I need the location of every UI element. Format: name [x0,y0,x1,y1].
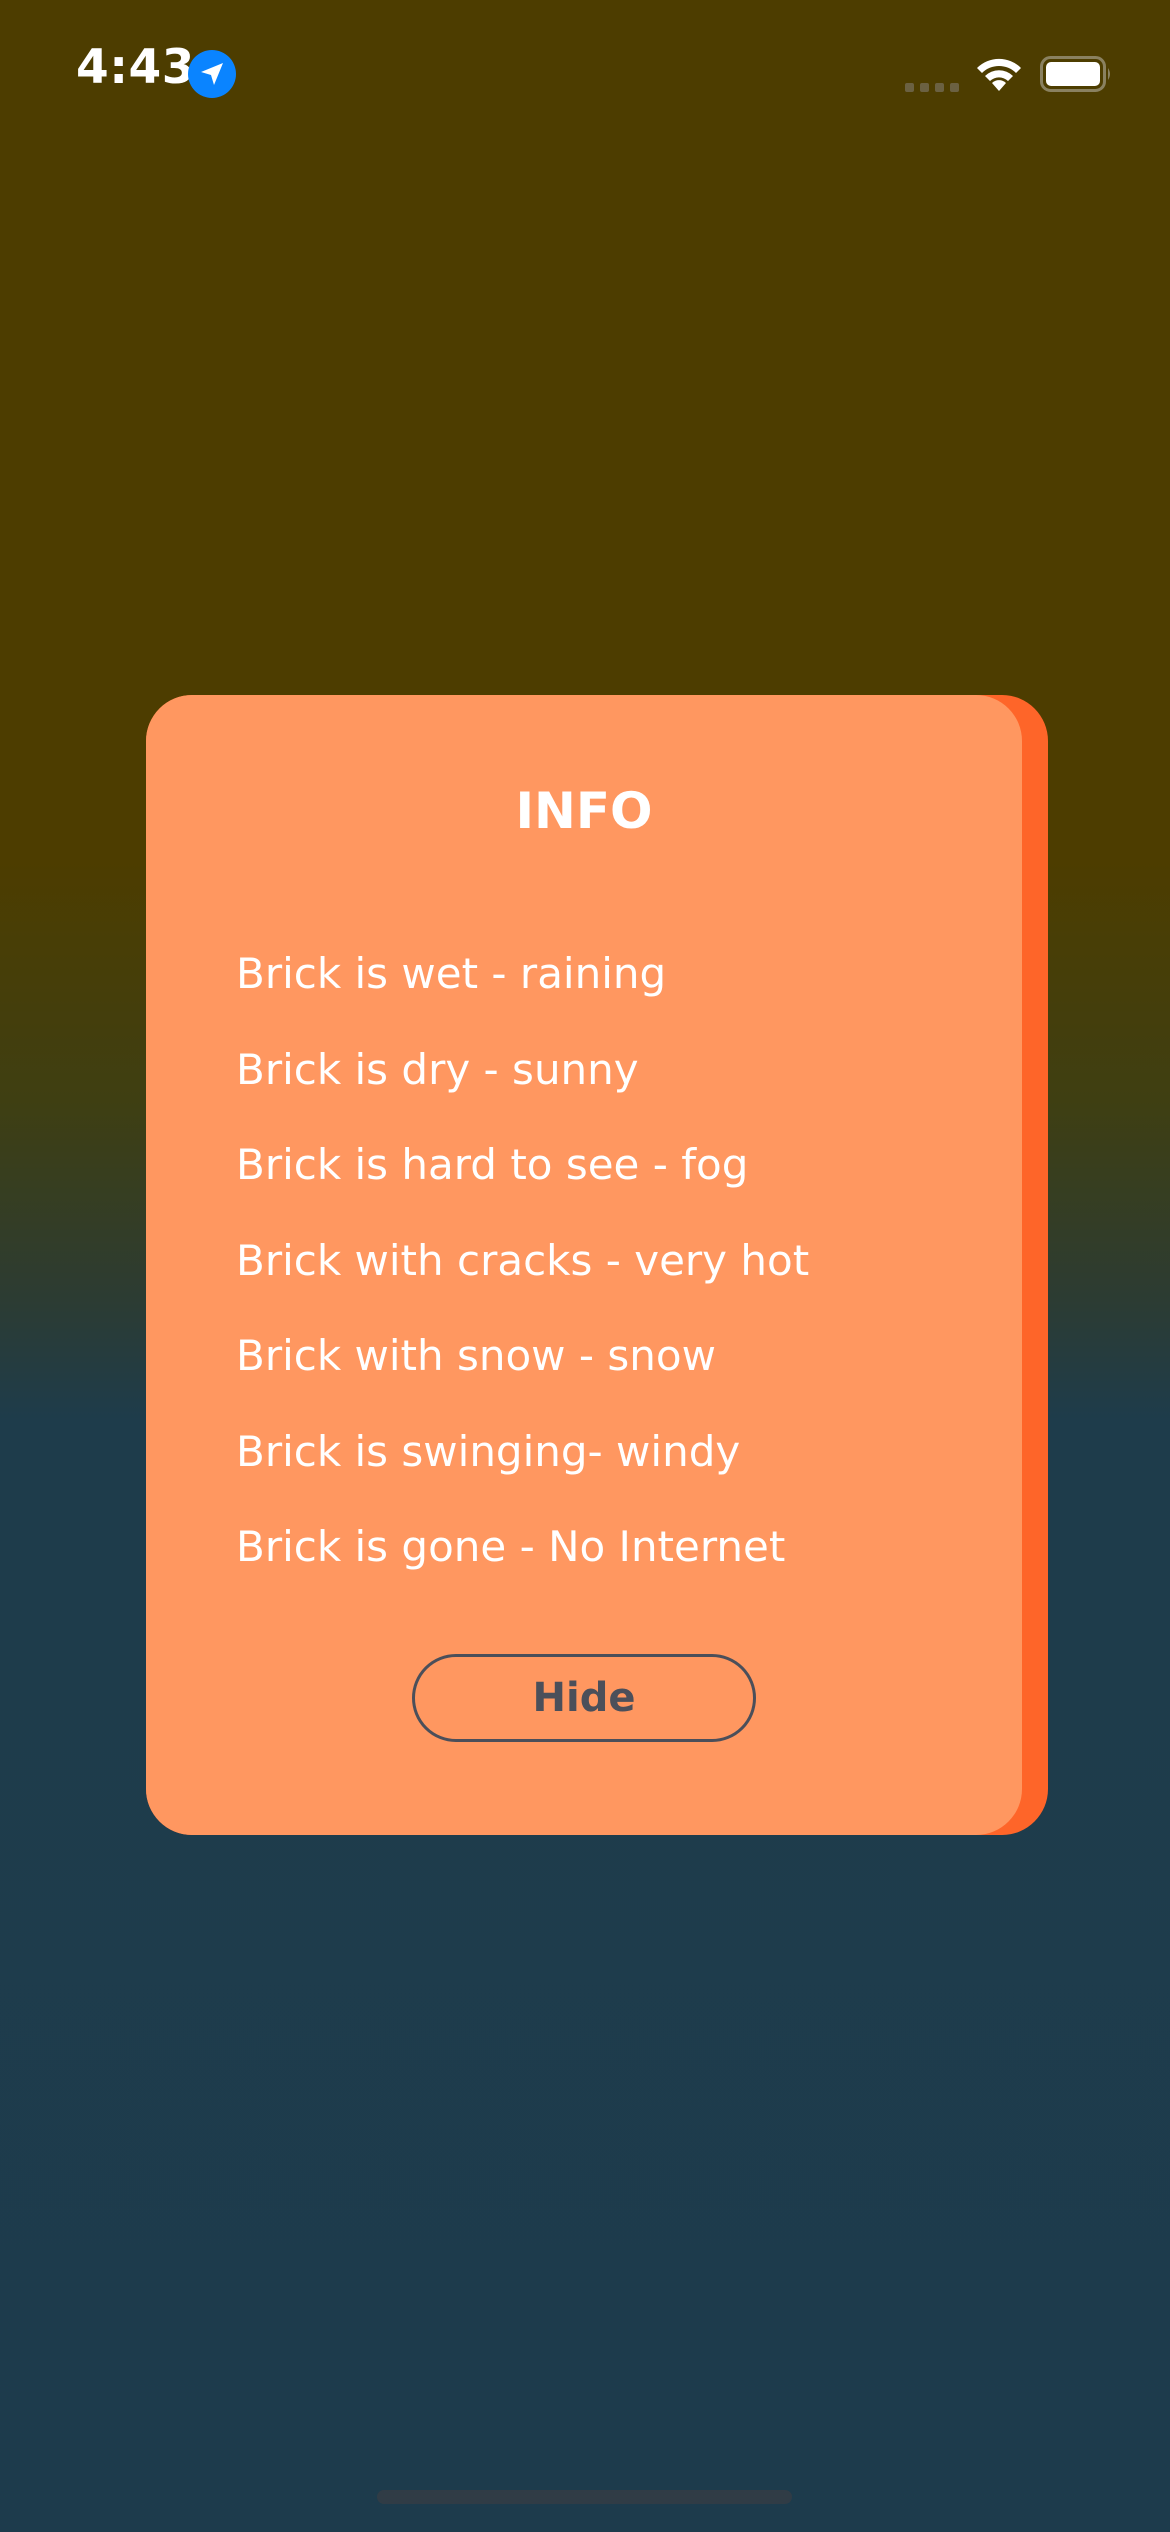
status-time: 4:43 [76,40,195,95]
info-item: Brick is hard to see - fog [236,1140,749,1189]
dialog-title: INFO [515,782,653,840]
status-bar: 4:43 [0,0,1170,150]
info-item: Brick with snow - snow [236,1331,716,1380]
cellular-signal-icon [905,83,959,92]
battery-icon [1040,56,1110,92]
hide-button[interactable]: Hide [412,1654,756,1742]
info-item: Brick is wet - raining [236,949,667,998]
info-list: Brick is wet - raining Brick is dry - su… [236,945,809,1614]
wifi-icon [977,58,1021,91]
info-item: Brick with cracks - very hot [236,1235,810,1285]
info-item: Brick is swinging- windy [236,1426,741,1476]
home-indicator[interactable] [377,2490,792,2504]
info-item: Brick is gone - No Internet [236,1522,786,1571]
location-arrow-icon [188,50,236,98]
info-item: Brick is dry - sunny [236,1044,639,1094]
